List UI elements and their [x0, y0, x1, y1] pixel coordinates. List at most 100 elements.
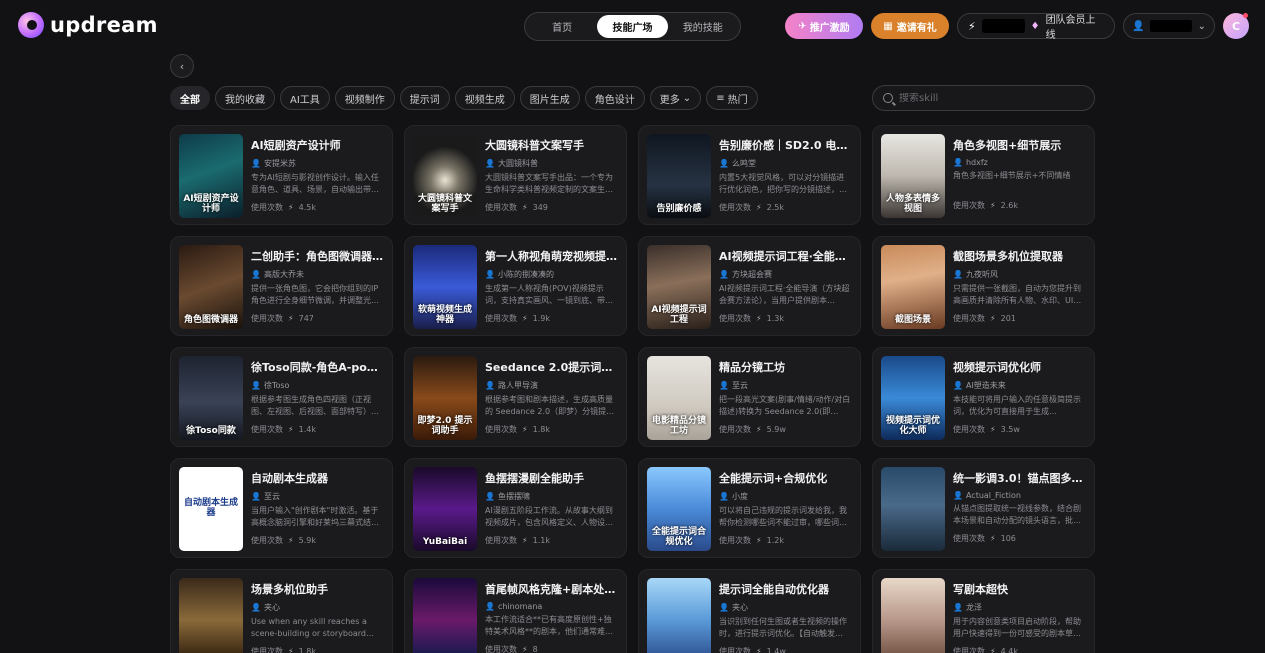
- brand-logo[interactable]: updream: [18, 12, 158, 38]
- skill-description: 提供一张角色图，它会把你组到的IP角色进行全身细节微调，并调整光…: [251, 284, 379, 305]
- usage-count: 1.4w: [766, 647, 786, 653]
- user-icon: 👤: [953, 381, 963, 390]
- skill-thumbnail: 徐Toso同款: [179, 356, 243, 440]
- skill-info: 统一影调3.0！锚点图多… 👤 Actual_Fiction 从锚点图提取统一视…: [953, 467, 1086, 549]
- filter-video-making[interactable]: 视频制作: [334, 86, 395, 110]
- author-name: 龙泽: [965, 603, 982, 612]
- filter-all[interactable]: 全部: [170, 86, 210, 110]
- skill-title: 视频提示词优化师: [953, 361, 1041, 374]
- thumbnail-title: AI短剧资产设计师: [183, 194, 239, 215]
- skill-usage: 使用次数 ⚡ 106: [953, 533, 1086, 544]
- search-icon: [883, 93, 893, 103]
- skill-card[interactable]: 告别廉价感 告别廉价感｜SD2.0 电影… 👤 么鸣堂 内置5大视觉风格，可以对…: [638, 125, 861, 225]
- skill-title: 徐Toso同款-角色A-pos…: [251, 361, 384, 374]
- filter-video-generation[interactable]: 视频生成: [454, 86, 515, 110]
- user-icon: 👤: [251, 159, 261, 168]
- tab-skill-square[interactable]: 技能广场: [597, 15, 668, 38]
- skill-description: 当用户输入"创作剧本"时激活。基于高概念脑洞引擎和好莱坞三幕式结…: [251, 506, 379, 527]
- skill-card[interactable]: 全能提示词合规优化 全能提示词+合规优化 👤 小度 可以将自己违规的提示词发给我…: [638, 458, 861, 558]
- skill-card[interactable]: 人物多表情多视图 角色多视图+细节展示 👤 hdxfz 角色多视图+细节展示+不…: [872, 125, 1095, 225]
- team-membership-pill[interactable]: ⚡ ♦ 团队会员上线: [957, 13, 1115, 41]
- filter-ai-tools[interactable]: AI工具: [280, 86, 330, 110]
- skill-usage: 使用次数 ⚡ 8: [485, 644, 618, 653]
- filter-favorites[interactable]: 我的收藏: [215, 86, 275, 110]
- usage-count: 4.5k: [298, 203, 316, 212]
- skill-author: 👤 徐Toso: [251, 380, 384, 391]
- search-input[interactable]: [899, 92, 1079, 104]
- skill-author: 👤 至云: [251, 491, 384, 502]
- author-name: AI塑造未来: [965, 381, 1006, 390]
- usage-label: 使用次数: [719, 647, 751, 653]
- user-icon: 👤: [953, 270, 963, 279]
- skill-card[interactable]: YuBaiBai 鱼摆摆漫剧全能助手 👤 鱼摆摆啸 AI漫剧五阶段工作流。从故事…: [404, 458, 627, 558]
- skill-card[interactable]: 首尾帧风格克隆+剧本处… 👤 chinomana 本工作流适合**已有高度原创性…: [404, 569, 627, 653]
- skill-card[interactable]: 视频提示词优化大师 视频提示词优化师 👤 AI塑造未来 本技能可将用户输入的任意…: [872, 347, 1095, 447]
- skill-card[interactable]: 软萌视频生成神器 第一人称视角萌宠视频提… 👤 小陈的捌凑凑的 生成第一人称视角…: [404, 236, 627, 336]
- author-name: hdxfz: [965, 158, 988, 167]
- skill-title: 首尾帧风格克隆+剧本处…: [485, 583, 616, 596]
- skill-card[interactable]: 统一影调3.0！锚点图多… 👤 Actual_Fiction 从锚点图提取统一视…: [872, 458, 1095, 558]
- user-icon: 👤: [485, 270, 495, 279]
- skill-card[interactable]: 写剧本超快 👤 龙泽 用于内容创意类项目启动阶段，帮助用户快速得到一份可感受的剧…: [872, 569, 1095, 653]
- invite-button[interactable]: ▦ 邀请有礼: [871, 13, 949, 39]
- filter-prompts[interactable]: 提示词: [399, 86, 450, 110]
- filter-character-design[interactable]: 角色设计: [584, 86, 645, 110]
- skill-card[interactable]: AI短剧资产设计师 AI短剧资产设计师 👤 安提米苏 专为AI短剧与影视创作设计…: [170, 125, 393, 225]
- thumbnail-title: [910, 545, 916, 551]
- skill-card[interactable]: 徐Toso同款 徐Toso同款-角色A-pos… 👤 徐Toso 根据参考图生成…: [170, 347, 393, 447]
- skill-author: 👤 至云: [719, 380, 852, 391]
- skill-card[interactable]: 大圆镜科普文案写手 大圆镜科普文案写手 👤 大圆镜科普 大圆镜科普文案写手出品：…: [404, 125, 627, 225]
- skill-card[interactable]: 提示词全能自动优化器 👤 夹心 当识别到任何生图或者生视频的操作时，进行提示词优…: [638, 569, 861, 653]
- tab-my-skills[interactable]: 我的技能: [668, 15, 738, 38]
- skill-thumbnail: 自动剧本生成器: [179, 467, 243, 551]
- thumbnail-title: 电影精品分镜工坊: [651, 416, 706, 437]
- skill-info: AI短剧资产设计师 👤 安提米苏 专为AI短剧与影视创作设计。输入任意角色、道具…: [251, 134, 384, 216]
- skill-thumbnail: AI视频提示词工程: [647, 245, 711, 329]
- user-icon: 👤: [1132, 20, 1145, 32]
- bolt-icon: ⚡: [288, 425, 294, 434]
- thumbnail-title: YuBaiBai: [422, 537, 468, 548]
- user-icon: 👤: [485, 492, 495, 501]
- skill-usage: 使用次数 ⚡ 349: [485, 202, 618, 213]
- tab-home[interactable]: 首页: [527, 15, 597, 38]
- filter-image-generation[interactable]: 图片生成: [519, 86, 580, 110]
- skill-author: 👤 路人甲导演: [485, 380, 618, 391]
- author-name: 么鸣堂: [731, 159, 756, 168]
- brand-name: updream: [50, 13, 158, 37]
- user-icon: 👤: [953, 603, 963, 612]
- skill-card[interactable]: 即梦2.0 提示词助手 Seedance 2.0提示词助手 👤 路人甲导演 根据…: [404, 347, 627, 447]
- skill-title: Seedance 2.0提示词助手: [485, 361, 618, 374]
- usage-label: 使用次数: [719, 536, 751, 545]
- chevron-down-icon: ⌄: [682, 92, 692, 104]
- skill-card[interactable]: 电影精品分镜工坊 精品分镜工坊 👤 至云 把一段高光文案(剧事/情绪/动作/对白…: [638, 347, 861, 447]
- usage-count: 4.4k: [1000, 647, 1018, 653]
- usage-label: 使用次数: [719, 425, 751, 434]
- skill-card[interactable]: 角色图微调器 二创助手：角色图微调器… 👤 高版大乔未 提供一张角色图，它会把你…: [170, 236, 393, 336]
- skill-usage: 使用次数 ⚡ 4.4k: [953, 646, 1086, 653]
- top-header: updream 首页 技能广场 我的技能 ✈ 推广激励 ▦ 邀请有礼 ⚡ ♦ 团…: [0, 0, 1265, 52]
- skill-title: 精品分镜工坊: [719, 361, 785, 374]
- skill-info: 告别廉价感｜SD2.0 电影… 👤 么鸣堂 内置5大视觉风格，可以对分镜描进行优…: [719, 134, 852, 216]
- filter-more[interactable]: 更多 ⌄: [649, 86, 702, 110]
- skill-info: 徐Toso同款-角色A-pos… 👤 徐Toso 根据参考图生成角色四视图（正视…: [251, 356, 384, 438]
- usage-count: 106: [1000, 534, 1016, 543]
- skill-author: 👤 鱼摆摆啸: [485, 491, 618, 502]
- bolt-icon: ⚡: [990, 647, 996, 653]
- promo-button[interactable]: ✈ 推广激励: [785, 13, 863, 39]
- skill-description: 可以将自己违规的提示词发给我，我帮你检测哪些词不能过审，哪些词…: [719, 506, 847, 527]
- sort-hot[interactable]: ≡ 热门: [706, 86, 758, 110]
- skill-card[interactable]: 截图场景 截图场景多机位提取器 👤 九夜听风 只需提供一张截图，自动为您提升到高…: [872, 236, 1095, 336]
- skill-thumbnail: 软萌视频生成神器: [413, 245, 477, 329]
- skill-title: 写剧本超快: [953, 583, 1008, 596]
- author-name: 夹心: [263, 603, 280, 612]
- back-button[interactable]: ‹: [170, 54, 194, 78]
- skill-title: 截图场景多机位提取器: [953, 250, 1063, 263]
- author-name: 至云: [731, 381, 748, 390]
- skill-card[interactable]: 场景多机位助手 👤 夹心 Use when any skill reaches …: [170, 569, 393, 653]
- usage-label: 使用次数: [953, 314, 985, 323]
- skill-card[interactable]: AI视频提示词工程 AI视频提示词工程·全能… 👤 方块超会赛 AI视频提示词工…: [638, 236, 861, 336]
- user-menu[interactable]: 👤 ⌄: [1123, 13, 1215, 39]
- bolt-icon: ⚡: [990, 425, 996, 434]
- skill-card[interactable]: 自动剧本生成器 自动剧本生成器 👤 至云 当用户输入"创作剧本"时激活。基于高概…: [170, 458, 393, 558]
- skill-thumbnail: 电影精品分镜工坊: [647, 356, 711, 440]
